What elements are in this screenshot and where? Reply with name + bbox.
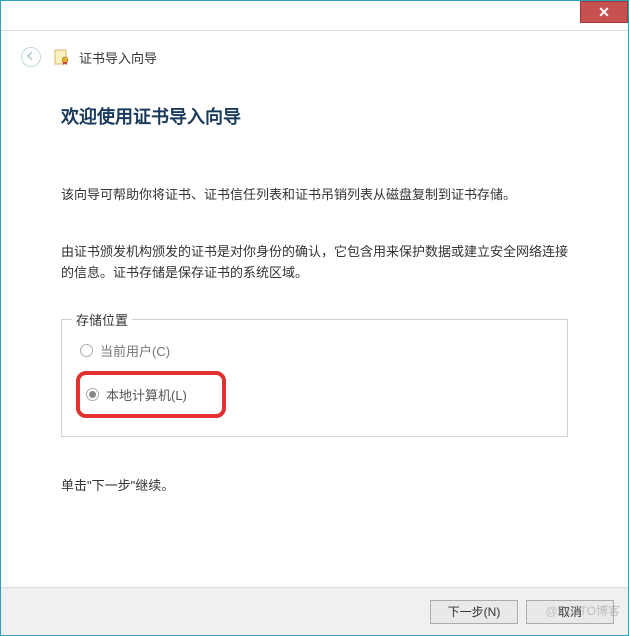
close-button[interactable]: ✕ (580, 1, 628, 23)
radio-icon (86, 388, 99, 401)
button-bar: 下一步(N) 取消 (1, 587, 628, 635)
highlight-annotation: 本地计算机(L) (76, 371, 226, 418)
content-area: 欢迎使用证书导入向导 该向导可帮助你将证书、证书信任列表和证书吊销列表从磁盘复制… (1, 73, 628, 585)
header-row: 证书导入向导 (1, 31, 628, 73)
back-button[interactable] (21, 47, 41, 67)
close-icon: ✕ (598, 4, 610, 21)
next-button[interactable]: 下一步(N) (430, 600, 518, 624)
cancel-button-label: 取消 (558, 603, 582, 620)
radio-current-user[interactable]: 当前用户(C) (76, 334, 553, 367)
continue-hint: 单击"下一步"继续。 (61, 475, 568, 494)
certificate-icon (53, 48, 71, 66)
storage-legend: 存储位置 (72, 310, 132, 329)
wizard-window: ✕ 证书导入向导 欢迎使用证书导入向导 该向导可帮助你将证书、证书信任列表和证书… (0, 0, 629, 636)
back-arrow-icon (26, 50, 36, 64)
intro-paragraph-1: 该向导可帮助你将证书、证书信任列表和证书吊销列表从磁盘复制到证书存储。 (61, 185, 568, 206)
storage-fieldset: 存储位置 当前用户(C) 本地计算机(L) (61, 319, 568, 437)
next-button-label: 下一步(N) (448, 603, 501, 620)
storage-location-group: 存储位置 当前用户(C) 本地计算机(L) (61, 319, 568, 437)
intro-paragraph-2: 由证书颁发机构颁发的证书是对你身份的确认，它包含用来保护数据或建立安全网络连接的… (61, 242, 568, 284)
page-heading: 欢迎使用证书导入向导 (61, 103, 568, 129)
cancel-button[interactable]: 取消 (526, 600, 614, 624)
titlebar: ✕ (1, 1, 628, 31)
radio-local-machine[interactable]: 本地计算机(L) (82, 378, 220, 411)
radio-label-current-user: 当前用户(C) (100, 341, 170, 360)
radio-icon (80, 344, 93, 357)
window-title: 证书导入向导 (79, 48, 157, 67)
radio-label-local-machine: 本地计算机(L) (106, 385, 187, 404)
